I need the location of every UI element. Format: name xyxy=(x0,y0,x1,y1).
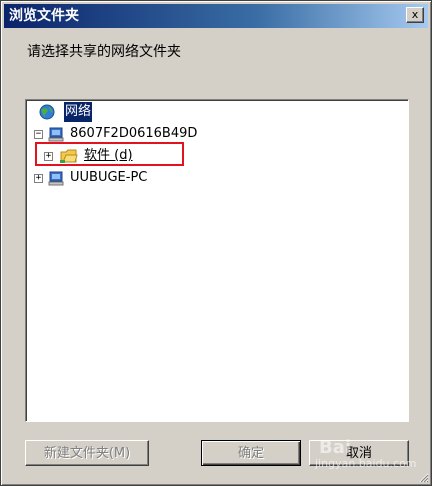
resize-grip-icon[interactable] xyxy=(417,471,429,483)
close-button[interactable]: x xyxy=(406,7,424,23)
highlight-annotation xyxy=(35,142,184,166)
network-globe-icon xyxy=(39,104,55,120)
cancel-button[interactable]: 取消 xyxy=(309,440,409,466)
computer-icon xyxy=(48,171,64,186)
ok-button[interactable]: 确定 xyxy=(201,440,301,466)
expand-toggle[interactable]: + xyxy=(34,174,43,183)
window-title: 浏览文件夹 xyxy=(9,8,79,24)
tree-node-computer-1[interactable]: − 8607F2D0616B49D xyxy=(34,124,294,144)
browse-folder-dialog: 浏览文件夹 x 请选择共享的网络文件夹 网络 − 8607F2D0616B49D xyxy=(0,0,432,486)
tree-node-computer-2[interactable]: + UUBUGE-PC xyxy=(34,168,294,188)
collapse-toggle[interactable]: − xyxy=(34,130,43,139)
dialog-prompt: 请选择共享的网络文件夹 xyxy=(27,44,181,60)
tree-node-network[interactable]: 网络 xyxy=(38,102,238,122)
tree-label-computer-2: UUBUGE-PC xyxy=(70,170,148,185)
tree-label-network: 网络 xyxy=(64,102,93,122)
title-bar[interactable]: 浏览文件夹 x xyxy=(4,4,428,28)
computer-icon xyxy=(48,127,64,142)
tree-label-computer-1: 8607F2D0616B49D xyxy=(70,126,198,141)
close-icon: x xyxy=(411,8,419,21)
new-folder-button[interactable]: 新建文件夹(M) xyxy=(25,440,149,466)
